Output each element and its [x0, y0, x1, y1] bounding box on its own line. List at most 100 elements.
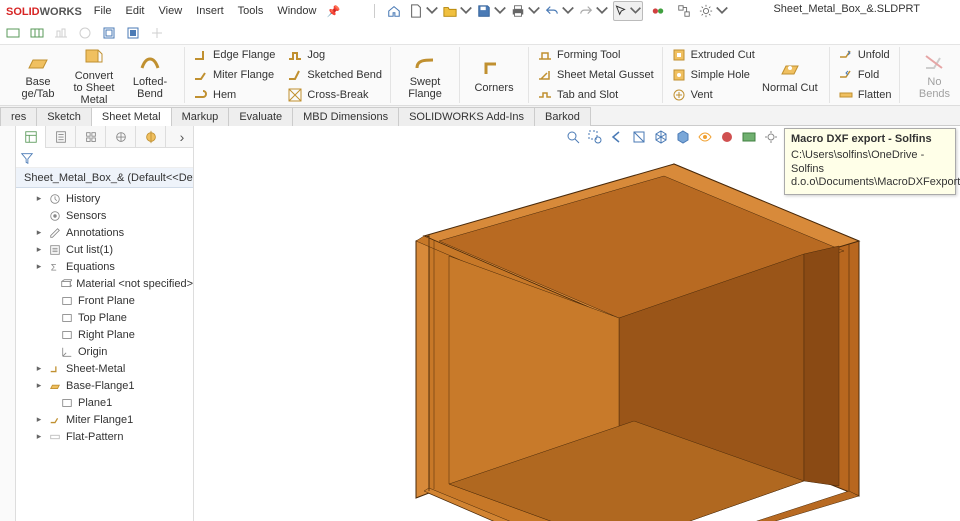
- hide-show-icon[interactable]: [696, 128, 714, 146]
- main-menu: File Edit View Insert Tools Window: [94, 5, 317, 17]
- forming-tool-button[interactable]: Forming Tool: [535, 46, 656, 64]
- tab-barkod[interactable]: Barkod: [534, 107, 591, 126]
- new-file-icon[interactable]: [409, 1, 439, 21]
- sketched-bend-button[interactable]: Sketched Bend: [285, 66, 384, 84]
- tree-plane1[interactable]: Plane1: [16, 394, 193, 411]
- tree-root[interactable]: Sheet_Metal_Box_& (Default<<Default>: [16, 168, 193, 188]
- corners-button[interactable]: Corners: [466, 56, 522, 94]
- unfold-button[interactable]: Unfold: [836, 46, 894, 64]
- dimxpert-manager-tab-icon[interactable]: [106, 126, 136, 148]
- command-manager-tabs: res Sketch Sheet Metal Markup Evaluate M…: [0, 106, 960, 126]
- convert-to-sheet-metal-button[interactable]: Convert to Sheet Metal: [66, 44, 122, 106]
- tree-right-plane[interactable]: Right Plane: [16, 326, 193, 343]
- print-icon[interactable]: [511, 1, 541, 21]
- tree-base-flange[interactable]: ▸Base-Flange1: [16, 377, 193, 394]
- tool-icon-4[interactable]: [76, 24, 94, 42]
- tab-markup[interactable]: Markup: [171, 107, 230, 126]
- redo-icon[interactable]: [579, 1, 609, 21]
- tree-front-plane[interactable]: Front Plane: [16, 292, 193, 309]
- configuration-manager-tab-icon[interactable]: [76, 126, 106, 148]
- base-flange-tab-button[interactable]: Base ge/Tab: [10, 50, 66, 100]
- menu-insert[interactable]: Insert: [196, 5, 224, 17]
- menu-bar: SOLIDWORKS File Edit View Insert Tools W…: [0, 0, 960, 22]
- tab-evaluate[interactable]: Evaluate: [228, 107, 293, 126]
- traffic-light-icon[interactable]: [647, 1, 669, 21]
- tree-history[interactable]: ▸History: [16, 190, 193, 207]
- tool-icon-2[interactable]: [28, 24, 46, 42]
- quick-access-toolbar: [370, 1, 729, 21]
- sheet-metal-gusset-button[interactable]: Sheet Metal Gusset: [535, 66, 656, 84]
- pin-icon[interactable]: 📌: [326, 5, 340, 18]
- tree-flat-pattern[interactable]: ▸Flat-Pattern: [16, 428, 193, 445]
- simple-hole-button[interactable]: Simple Hole: [669, 66, 757, 84]
- normal-cut-button[interactable]: Normal Cut: [757, 56, 823, 94]
- left-gutter: [0, 126, 16, 521]
- lofted-bend-button[interactable]: Lofted-Bend: [122, 50, 178, 100]
- tab-sketch[interactable]: Sketch: [36, 107, 92, 126]
- tool-icon-5[interactable]: [100, 24, 118, 42]
- hem-button[interactable]: Hem: [191, 86, 277, 104]
- document-title: Sheet_Metal_Box_&.SLDPRT: [773, 3, 920, 15]
- heads-up-view-toolbar: [564, 128, 780, 146]
- menu-file[interactable]: File: [94, 5, 112, 17]
- home-icon[interactable]: [383, 1, 405, 21]
- swept-flange-button[interactable]: Swept Flange: [397, 50, 453, 100]
- extruded-cut-button[interactable]: Extruded Cut: [669, 46, 757, 64]
- feature-manager-tab-icon[interactable]: [16, 126, 46, 148]
- tree-origin[interactable]: Origin: [16, 343, 193, 360]
- miter-flange-button[interactable]: Miter Flange: [191, 66, 277, 84]
- tree-filter-row: [16, 148, 193, 168]
- tab-solidworks-addins[interactable]: SOLIDWORKS Add-Ins: [398, 107, 535, 126]
- tree-sensors[interactable]: Sensors: [16, 207, 193, 224]
- zoom-area-icon[interactable]: [586, 128, 604, 146]
- undo-icon[interactable]: [545, 1, 575, 21]
- tab-mbd-dimensions[interactable]: MBD Dimensions: [292, 107, 399, 126]
- menu-view[interactable]: View: [159, 5, 183, 17]
- tree-sheet-metal[interactable]: ▸Sheet-Metal: [16, 360, 193, 377]
- view-settings-icon[interactable]: [762, 128, 780, 146]
- tab-and-slot-button[interactable]: Tab and Slot: [535, 86, 656, 104]
- jog-button[interactable]: Jog: [285, 46, 384, 64]
- flatten-button[interactable]: Flatten: [836, 86, 894, 104]
- fold-button[interactable]: Fold: [836, 66, 894, 84]
- ribbon: Base ge/Tab Convert to Sheet Metal Lofte…: [0, 44, 960, 106]
- tab-sheet-metal[interactable]: Sheet Metal: [91, 107, 172, 126]
- tree-material[interactable]: Material <not specified>: [16, 275, 193, 292]
- apply-scene-icon[interactable]: [740, 128, 758, 146]
- tool-icon-6[interactable]: [124, 24, 142, 42]
- vent-button[interactable]: Vent: [669, 86, 757, 104]
- no-bends-button[interactable]: No Bends: [906, 50, 960, 100]
- property-manager-tab-icon[interactable]: [46, 126, 76, 148]
- zoom-fit-icon[interactable]: [564, 128, 582, 146]
- save-icon[interactable]: [477, 1, 507, 21]
- workspace: › Sheet_Metal_Box_& (Default<<Default> ▸…: [0, 126, 960, 521]
- display-manager-tab-icon[interactable]: [136, 126, 166, 148]
- tree-miter-flange[interactable]: ▸Miter Flange1: [16, 411, 193, 428]
- edge-flange-button[interactable]: Edge Flange: [191, 46, 277, 64]
- tree-top-plane[interactable]: Top Plane: [16, 309, 193, 326]
- tool-icon-1[interactable]: [4, 24, 22, 42]
- menu-tools[interactable]: Tools: [238, 5, 264, 17]
- filter-icon[interactable]: [20, 151, 34, 165]
- menu-window[interactable]: Window: [277, 5, 316, 17]
- section-view-icon[interactable]: [630, 128, 648, 146]
- tab-features[interactable]: res: [0, 107, 37, 126]
- settings-icon[interactable]: [699, 1, 729, 21]
- tree-cutlist[interactable]: ▸Cut list(1): [16, 241, 193, 258]
- panel-expand-icon[interactable]: ›: [171, 129, 193, 145]
- tree-annotations[interactable]: ▸Annotations: [16, 224, 193, 241]
- select-icon[interactable]: [613, 1, 643, 21]
- edit-appearance-icon[interactable]: [718, 128, 736, 146]
- menu-edit[interactable]: Edit: [126, 5, 145, 17]
- cross-break-button[interactable]: Cross-Break: [285, 86, 384, 104]
- graphics-viewport[interactable]: Macro DXF export - Solfins C:\Users\solf…: [194, 126, 960, 521]
- display-style-icon[interactable]: [674, 128, 692, 146]
- previous-view-icon[interactable]: [608, 128, 626, 146]
- tool-icon-3[interactable]: [52, 24, 70, 42]
- tree-root-label: Sheet_Metal_Box_& (Default<<Default>: [24, 172, 193, 184]
- tool-icon-7[interactable]: [148, 24, 166, 42]
- tree-equations[interactable]: ▸ΣEquations: [16, 258, 193, 275]
- structure-icon[interactable]: [673, 1, 695, 21]
- view-orientation-icon[interactable]: [652, 128, 670, 146]
- open-file-icon[interactable]: [443, 1, 473, 21]
